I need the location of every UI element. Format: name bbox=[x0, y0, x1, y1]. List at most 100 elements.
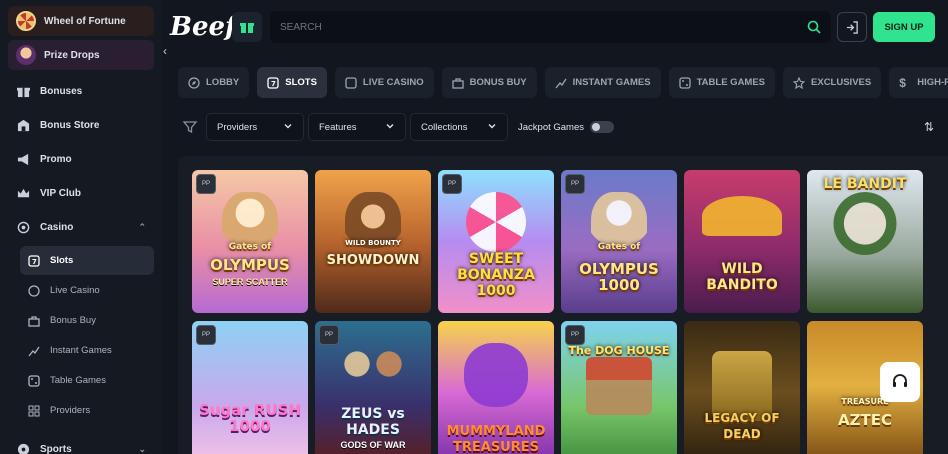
game-card[interactable]: PP SWEET BONANZA 1000 bbox=[438, 170, 554, 313]
game-artwork bbox=[830, 192, 900, 262]
sidebar-item-bonus-store[interactable]: Bonus Store bbox=[8, 110, 154, 140]
sidebar: Wheel of Fortune Prize Drops Bonuses Bon… bbox=[0, 0, 162, 454]
sidebar-sub-live-casino[interactable]: Live Casino bbox=[20, 276, 154, 305]
game-title: AZTEC bbox=[838, 411, 892, 429]
tab-lobby[interactable]: LOBBY bbox=[178, 67, 250, 98]
chevron-down-icon bbox=[487, 121, 497, 134]
tab-high-roller[interactable]: $ HIGH-ROLLER GAM bbox=[889, 67, 948, 98]
game-card[interactable]: PP Gates of OLYMPUS SUPER SCATTER bbox=[192, 170, 308, 313]
dropdown-label: Collections bbox=[421, 121, 468, 133]
sidebar-collapse-button[interactable]: ‹ bbox=[163, 44, 175, 62]
sidebar-sub-label: Slots bbox=[50, 255, 74, 266]
search-input[interactable] bbox=[280, 21, 807, 33]
game-artwork bbox=[702, 196, 782, 236]
crown-icon bbox=[16, 186, 30, 200]
sidebar-sub-table-games[interactable]: Table Games bbox=[20, 366, 154, 395]
sidebar-sub-instant-games[interactable]: Instant Games bbox=[20, 336, 154, 365]
sidebar-item-label: VIP Club bbox=[40, 187, 81, 199]
gift-button[interactable] bbox=[232, 12, 262, 42]
grid-icon bbox=[28, 405, 40, 417]
bag-icon bbox=[28, 315, 40, 327]
tab-slots[interactable]: 7 SLOTS bbox=[257, 67, 327, 98]
sidebar-promo-prize-drops[interactable]: Prize Drops bbox=[8, 40, 154, 70]
provider-badge: PP bbox=[442, 174, 462, 194]
sidebar-item-sports[interactable]: Sports ⌄ bbox=[8, 434, 154, 454]
compass-icon bbox=[188, 76, 200, 89]
provider-badge: PP bbox=[196, 325, 216, 345]
game-title: SHOWDOWN bbox=[326, 253, 420, 268]
support-chat-button[interactable] bbox=[880, 362, 920, 402]
game-card[interactable]: WILD BOUNTY SHOWDOWN bbox=[315, 170, 431, 313]
sidebar-sub-providers[interactable]: Providers bbox=[20, 396, 154, 425]
casino-icon bbox=[16, 220, 30, 234]
game-card[interactable]: MUMMYLAND TREASURES bbox=[438, 321, 554, 454]
game-card[interactable]: PP ZEUS vs HADES GODS OF WAR bbox=[315, 321, 431, 454]
sidebar-item-label: Prize Drops bbox=[44, 49, 100, 61]
providers-dropdown[interactable]: Providers bbox=[206, 113, 304, 141]
live-casino-icon bbox=[28, 284, 40, 297]
game-top-text: Gates of bbox=[228, 242, 272, 252]
game-card[interactable]: LEGACY OF DEAD bbox=[684, 321, 800, 454]
collections-dropdown[interactable]: Collections bbox=[410, 113, 508, 141]
sidebar-item-vip-club[interactable]: VIP Club bbox=[8, 178, 154, 208]
live-casino-icon bbox=[345, 76, 357, 89]
filter-icon[interactable] bbox=[180, 120, 200, 134]
sidebar-sub-bonus-buy[interactable]: Bonus Buy bbox=[20, 306, 154, 335]
game-card[interactable]: PP The DOG HOUSE bbox=[561, 321, 677, 454]
game-title: OLYMPUS 1000 bbox=[579, 260, 659, 294]
chevron-down-icon bbox=[385, 121, 395, 134]
slots-icon: 7 bbox=[267, 76, 279, 89]
sidebar-item-label: Wheel of Fortune bbox=[44, 15, 126, 27]
features-dropdown[interactable]: Features bbox=[308, 113, 406, 141]
sidebar-item-bonuses[interactable]: Bonuses bbox=[8, 76, 154, 106]
megaphone-icon bbox=[16, 152, 30, 166]
game-artwork bbox=[333, 343, 413, 403]
svg-text:7: 7 bbox=[32, 258, 37, 266]
game-grid: PP Gates of OLYMPUS SUPER SCATTER WILD B… bbox=[178, 156, 948, 454]
sidebar-sub-label: Table Games bbox=[50, 375, 106, 386]
tab-table-games[interactable]: TABLE GAMES bbox=[668, 67, 776, 98]
game-card[interactable]: LE BANDIT bbox=[807, 170, 923, 313]
sidebar-item-casino[interactable]: Casino ⌃ bbox=[8, 212, 154, 242]
tab-bonus-buy[interactable]: BONUS BUY bbox=[441, 67, 537, 98]
sidebar-item-label: Casino bbox=[40, 221, 74, 233]
sidebar-promo-wheel-of-fortune[interactable]: Wheel of Fortune bbox=[8, 6, 154, 36]
sidebar-sub-label: Bonus Buy bbox=[50, 315, 96, 326]
chevron-up-icon: ⌃ bbox=[138, 221, 146, 232]
tab-label: SLOTS bbox=[285, 77, 317, 88]
game-title: ZEUS vs HADES bbox=[341, 406, 405, 438]
app-root: Wheel of Fortune Prize Drops Bonuses Bon… bbox=[0, 0, 948, 454]
tab-exclusives[interactable]: EXCLUSIVES bbox=[783, 67, 882, 98]
sidebar-sub-label: Providers bbox=[50, 405, 91, 416]
chart-icon bbox=[28, 345, 40, 357]
sidebar-sub-label: Instant Games bbox=[50, 345, 112, 356]
signup-button[interactable]: SIGN UP bbox=[873, 12, 935, 42]
dollar-icon: $ bbox=[899, 75, 906, 90]
gift-icon bbox=[16, 84, 30, 98]
provider-badge: PP bbox=[565, 325, 585, 345]
game-title: Sugar RUSH 1000 bbox=[198, 401, 302, 435]
search-icon[interactable] bbox=[807, 20, 821, 34]
game-card[interactable]: PP Sugar RUSH 1000 bbox=[192, 321, 308, 454]
sidebar-sub-slots[interactable]: 7 Slots bbox=[20, 246, 154, 275]
game-top-text: WILD BOUNTY bbox=[345, 239, 401, 247]
slots-icon: 7 bbox=[28, 254, 40, 267]
game-title: LE BANDIT bbox=[823, 176, 907, 192]
game-card[interactable]: PP Gates of OLYMPUS 1000 bbox=[561, 170, 677, 313]
game-subtitle: GODS OF WAR bbox=[340, 440, 406, 450]
game-artwork bbox=[464, 343, 528, 407]
tab-live-casino[interactable]: LIVE CASINO bbox=[334, 67, 434, 98]
game-title: MUMMYLAND TREASURES bbox=[446, 424, 546, 454]
provider-badge: PP bbox=[196, 174, 216, 194]
header: Beef SIGN UP bbox=[170, 8, 938, 46]
sidebar-item-promo[interactable]: Promo bbox=[8, 144, 154, 174]
jackpot-toggle[interactable] bbox=[590, 121, 614, 133]
game-card[interactable]: WILD BANDITO bbox=[684, 170, 800, 313]
logo[interactable]: Beef bbox=[170, 12, 236, 42]
login-button[interactable] bbox=[837, 12, 867, 42]
game-title: SWEET BONANZA 1000 bbox=[457, 251, 535, 299]
sort-icon[interactable]: ⇅ bbox=[924, 120, 934, 134]
dice-icon bbox=[678, 76, 691, 89]
tab-instant-games[interactable]: INSTANT GAMES bbox=[544, 67, 661, 98]
gift-icon bbox=[240, 23, 254, 33]
